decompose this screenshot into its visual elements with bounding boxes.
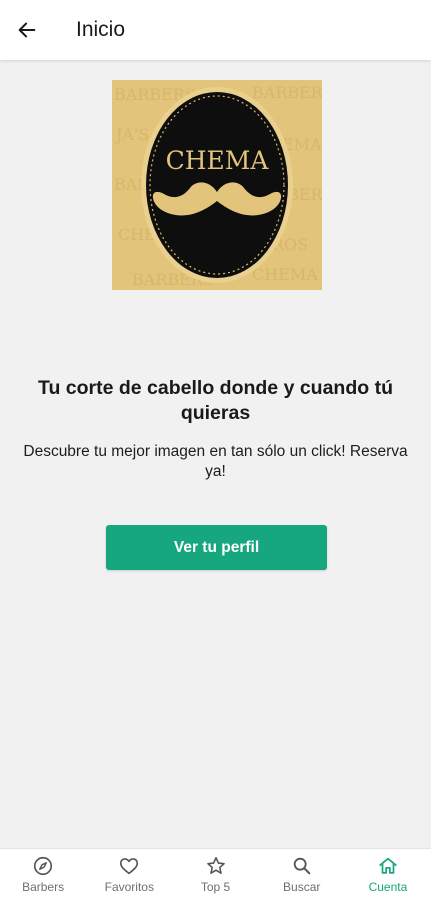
nav-item-cuenta[interactable]: Cuenta	[345, 849, 431, 900]
nav-label-cuenta: Cuenta	[368, 880, 408, 894]
logo-text: CHEMA	[166, 146, 270, 175]
nav-item-buscar[interactable]: Buscar	[259, 849, 345, 900]
search-icon	[293, 857, 311, 875]
nav-label-barbers: Barbers	[22, 880, 65, 894]
heart-icon	[120, 858, 139, 875]
back-button[interactable]	[0, 0, 54, 60]
page-title: Inicio	[76, 18, 126, 41]
svg-text:BARBER: BARBER	[252, 83, 322, 102]
nav-item-top5[interactable]: Top 5	[172, 849, 258, 900]
nav-label-buscar: Buscar	[283, 880, 321, 894]
compass-icon	[34, 856, 53, 876]
star-icon	[206, 856, 225, 874]
bottom-navigation: Barbers Favoritos Top 5 Buscar Cuenta	[0, 848, 431, 900]
nav-label-favoritos: Favoritos	[104, 880, 154, 894]
svg-text:CHEMA: CHEMA	[252, 265, 318, 284]
svg-text:JA'S: JA'S	[114, 125, 149, 144]
view-profile-button[interactable]: Ver tu perfil	[106, 525, 327, 570]
hero-headline: Tu corte de cabello donde y cuando tú qu…	[37, 377, 393, 424]
barber-logo: BARBERS BARBER JA'S EMA BAR BER CHEM ROS…	[112, 80, 324, 290]
nav-item-barbers[interactable]: Barbers	[0, 849, 86, 900]
hero-subtext: Descubre tu mejor imagen en tan sólo un …	[23, 443, 408, 480]
home-icon	[379, 857, 397, 874]
nav-label-top5: Top 5	[200, 880, 231, 894]
nav-item-favoritos[interactable]: Favoritos	[86, 849, 172, 900]
logo-image: BARBERS BARBER JA'S EMA BAR BER CHEM ROS…	[112, 80, 324, 290]
app-bar: Inicio	[0, 0, 431, 60]
arrow-left-icon	[18, 22, 36, 38]
